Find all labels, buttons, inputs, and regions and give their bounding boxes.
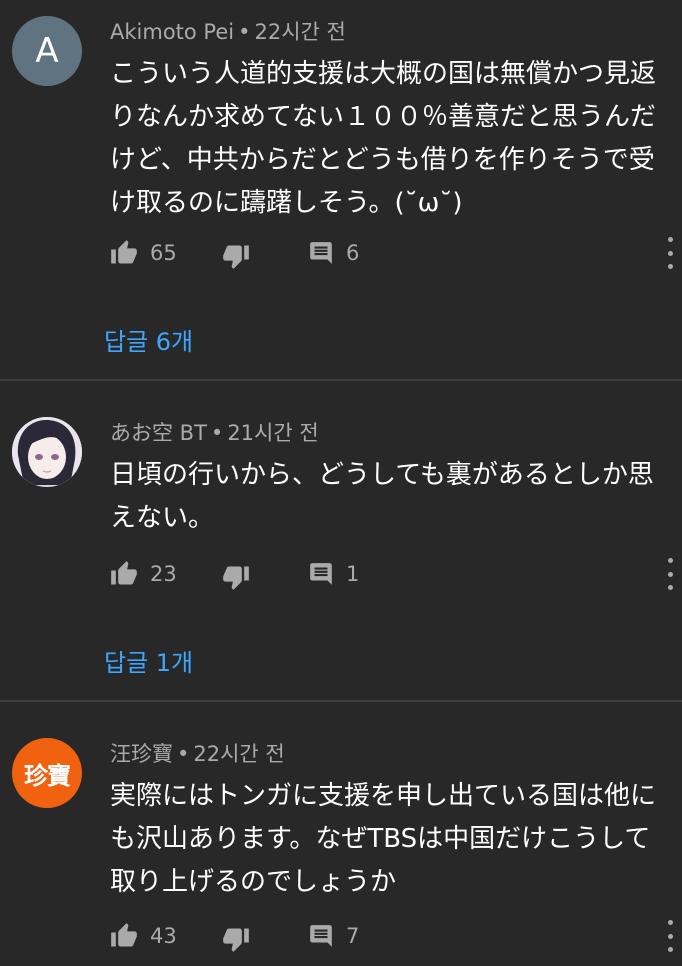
author-name[interactable]: Akimoto Pei: [110, 20, 234, 44]
comment-text: 実際にはトンガに支援を申し出ている国は他にも沢山あります。なぜTBSは中国だけこ…: [110, 781, 657, 897]
comment-icon: [308, 240, 334, 266]
more-vertical-icon[interactable]: [664, 558, 676, 590]
meta-separator: •: [210, 421, 224, 445]
comment-actions: 43 7: [110, 918, 682, 954]
comment-text: こういう人道的支援は大概の国は無償かつ見返りなんか求めてない１００％善意だと思う…: [110, 59, 657, 218]
view-replies-button[interactable]: 답글 1개: [104, 643, 193, 678]
reply-count: 1: [346, 562, 360, 586]
reply-count: 6: [346, 241, 360, 265]
comment-thread: A Akimoto Pei • 22시간 전 こういう人道的支援は大概の国は無償かつ…: [0, 0, 682, 380]
dislike-button[interactable]: [222, 235, 250, 271]
avatar-letter: A: [35, 31, 59, 71]
more-vertical-icon[interactable]: [664, 237, 676, 269]
comment-meta: あお空 BT • 21시간 전: [110, 417, 319, 447]
more-vertical-icon[interactable]: [664, 920, 676, 952]
comment-time[interactable]: 22시간 전: [193, 742, 284, 766]
like-button[interactable]: 23: [110, 556, 177, 592]
like-button[interactable]: 43: [110, 918, 177, 954]
like-count: 65: [150, 241, 177, 265]
thumbs-down-icon: [222, 236, 250, 270]
view-replies-button[interactable]: 답글 6개: [104, 322, 193, 357]
dislike-button[interactable]: [222, 918, 250, 954]
thumbs-up-icon: [110, 560, 138, 588]
comment-time[interactable]: 22시간 전: [254, 20, 345, 44]
like-count: 43: [150, 924, 177, 948]
comment-meta: Akimoto Pei • 22시간 전: [110, 16, 346, 46]
reply-button[interactable]: 7: [308, 918, 359, 954]
thumbs-up-icon: [110, 239, 138, 267]
like-count: 23: [150, 562, 177, 586]
thumbs-down-icon: [222, 557, 250, 591]
comment-time[interactable]: 21시간 전: [227, 421, 318, 445]
comment-thread: 珍寶 汪珍寶 • 22시간 전 実際にはトンガに支援を申し出ている国は他にも沢山あり…: [0, 702, 682, 966]
like-button[interactable]: 65: [110, 235, 177, 271]
author-name[interactable]: 汪珍寶: [110, 742, 173, 766]
dislike-button[interactable]: [222, 556, 250, 592]
author-name[interactable]: あお空 BT: [110, 421, 207, 445]
comment-icon: [308, 923, 334, 949]
comment-actions: 65 6: [110, 235, 682, 271]
meta-separator: •: [238, 20, 251, 44]
avatar[interactable]: A: [12, 16, 82, 86]
comment-actions: 23 1: [110, 556, 682, 592]
reply-count: 7: [346, 924, 360, 948]
avatar[interactable]: 珍寶: [12, 738, 82, 808]
comment-icon: [308, 561, 334, 587]
thumbs-down-icon: [222, 919, 250, 953]
comment-text: 日頃の行いから、どうしても裏があるとしか思えない。: [110, 460, 654, 533]
anime-avatar-icon: [12, 417, 82, 487]
comment-meta: 汪珍寶 • 22시간 전: [110, 738, 285, 768]
comment-thread: あお空 BT • 21시간 전 日頃の行いから、どうしても裏があるとしか思えない。 …: [0, 381, 682, 701]
reply-button[interactable]: 1: [308, 556, 359, 592]
avatar-text: 珍寶: [24, 761, 71, 790]
meta-separator: •: [177, 742, 190, 766]
thumbs-up-icon: [110, 922, 138, 950]
reply-button[interactable]: 6: [308, 235, 359, 271]
avatar[interactable]: [12, 417, 82, 487]
